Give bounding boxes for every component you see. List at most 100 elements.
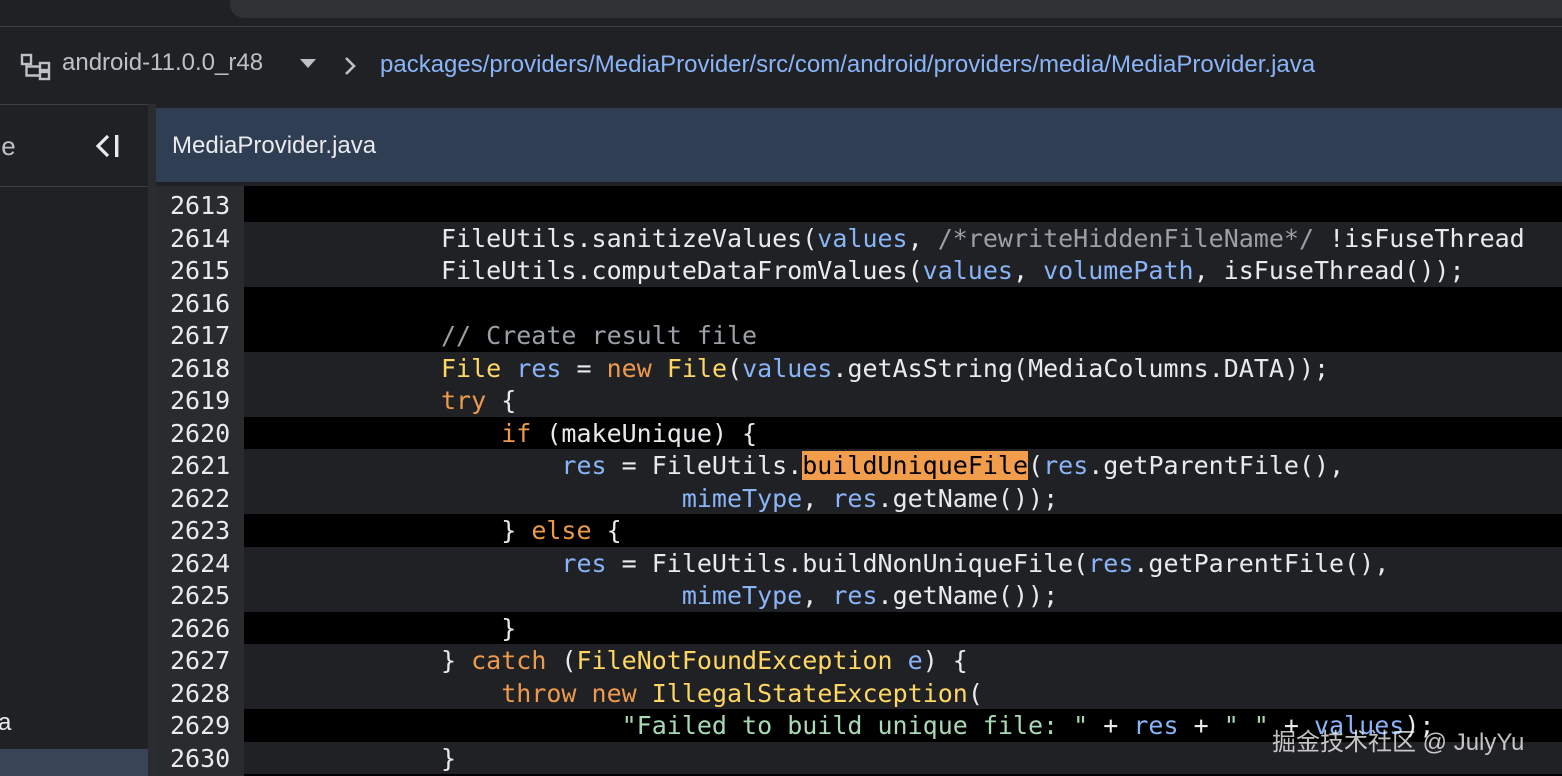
code-line[interactable]: 2618 File res = new File(values.getAsStri… (156, 351, 1562, 384)
line-number[interactable]: 2621 (170, 451, 230, 481)
code-token: new (591, 678, 637, 708)
code-line[interactable]: 2617 // Create result file (156, 319, 1562, 352)
line-number[interactable]: 2622 (170, 484, 230, 514)
code-token: } (441, 613, 517, 643)
code-token: + (1088, 711, 1134, 740)
code-line[interactable]: 2624 res = FileUtils.buildNonUniqueFile(… (156, 546, 1562, 579)
line-number[interactable]: 2623 (170, 516, 230, 546)
code-token: res (516, 353, 562, 383)
code-text: res = FileUtils.buildUniqueFile(res.getP… (441, 451, 1344, 481)
line-number[interactable]: 2619 (170, 386, 230, 416)
code-token: !isFuseThread (1314, 223, 1525, 253)
line-number[interactable]: 2627 (170, 646, 230, 676)
code-token: , (1012, 256, 1044, 285)
code-line[interactable]: 2621 res = FileUtils.buildUniqueFile(res… (156, 449, 1562, 482)
line-number[interactable]: 2615 (170, 256, 230, 286)
code-line[interactable]: 2616 (156, 286, 1562, 319)
editor-tab-header: MediaProvider.java (156, 108, 1562, 182)
code-token: , (802, 483, 833, 513)
line-number[interactable]: 2614 (170, 224, 230, 254)
line-number[interactable]: 2626 (170, 614, 230, 644)
line-number[interactable]: 2616 (170, 289, 230, 319)
code-token: .getParentFile(), (1088, 451, 1345, 480)
code-token: res (1043, 451, 1089, 480)
code-token: + (1178, 711, 1224, 740)
code-line[interactable]: 2620 if (makeUnique) { (156, 416, 1562, 449)
code-token: } (441, 516, 532, 545)
code-token: , isFuseThread()); (1193, 256, 1465, 285)
line-number[interactable]: 2618 (170, 354, 230, 384)
code-view[interactable]: 2613 2614 FileUtils.sanitizeValues( values,… (156, 186, 1562, 776)
caret-down-icon[interactable] (298, 57, 318, 71)
code-line[interactable]: 2625 mimeType, res.getName()); (156, 579, 1562, 612)
code-token: , (907, 223, 938, 253)
code-token: "Failed to build unique file: " (621, 711, 1089, 740)
file-path-link[interactable]: packages/providers/MediaProvider/src/com… (380, 51, 1315, 79)
code-token: .getParentFile(), (1133, 548, 1390, 578)
code-token: e (907, 646, 923, 675)
code-text: throw new IllegalStateException( (441, 679, 983, 709)
code-token: values (922, 256, 1013, 285)
code-line[interactable]: 2614 FileUtils.sanitizeValues(values, /*r… (156, 221, 1562, 254)
code-token: .getAsString(MediaColumns.DATA)); (832, 353, 1330, 383)
line-number[interactable]: 2625 (170, 581, 230, 611)
code-token: " " (1223, 711, 1269, 740)
code-token: ( (967, 678, 983, 708)
code-token: ( (727, 353, 743, 383)
line-number[interactable]: 2629 (170, 711, 230, 741)
code-text: } catch (FileNotFoundException e) { (441, 646, 968, 676)
code-token: .getName()); (877, 581, 1059, 610)
code-token: res (561, 451, 607, 480)
code-line-background (244, 286, 1562, 319)
code-token: res (832, 581, 878, 610)
code-token: = FileUtils. (606, 451, 803, 480)
code-text: // Create result file (441, 321, 757, 351)
code-token: (makeUnique) { (531, 418, 758, 448)
code-line[interactable]: 2623 } else { (156, 514, 1562, 547)
line-number[interactable]: 2628 (170, 679, 230, 709)
sidebar-selected-item[interactable] (0, 749, 148, 776)
panel-divider[interactable] (148, 104, 156, 776)
code-token: { (591, 516, 622, 545)
code-token: res (832, 483, 878, 513)
code-token: throw (501, 678, 577, 708)
sidebar-file-item[interactable]: va (0, 709, 11, 737)
code-line[interactable]: 2627 } catch (FileNotFoundException e) { (156, 644, 1562, 677)
line-number[interactable]: 2613 (170, 191, 230, 221)
collapse-panel-icon[interactable] (92, 131, 126, 161)
line-number[interactable]: 2617 (170, 321, 230, 351)
line-number[interactable]: 2620 (170, 419, 230, 449)
code-token: ( (1028, 451, 1044, 480)
code-token: FileUtils.sanitizeValues( (441, 223, 818, 253)
search-highlight: buildUniqueFile (802, 451, 1029, 480)
code-token: ) { (922, 646, 968, 675)
line-number[interactable]: 2630 (170, 744, 230, 774)
code-editor: MediaProvider.java 2613 2614 FileUtils.san… (156, 104, 1562, 776)
code-line[interactable]: 2626 } (156, 611, 1562, 644)
code-token: else (531, 516, 592, 545)
code-token: File (441, 353, 502, 383)
code-line[interactable]: 2628 throw new IllegalStateException( (156, 676, 1562, 709)
code-line[interactable]: 2615 FileUtils.computeDataFromValues(valu… (156, 254, 1562, 287)
sidebar-header: tline (0, 105, 148, 187)
branch-selector[interactable]: android-11.0.0_r48 (62, 49, 263, 77)
code-text: mimeType, res.getName()); (441, 484, 1058, 514)
code-token: { (486, 386, 517, 415)
code-line[interactable]: 2622 mimeType, res.getName()); (156, 481, 1562, 514)
code-token: mimeType (681, 483, 803, 513)
code-line[interactable]: 2619 try { (156, 384, 1562, 417)
line-number[interactable]: 2624 (170, 549, 230, 579)
code-line[interactable]: 2613 (156, 189, 1562, 222)
code-token: // Create result file (441, 321, 758, 350)
code-token: = FileUtils.buildNonUniqueFile( (606, 548, 1089, 578)
